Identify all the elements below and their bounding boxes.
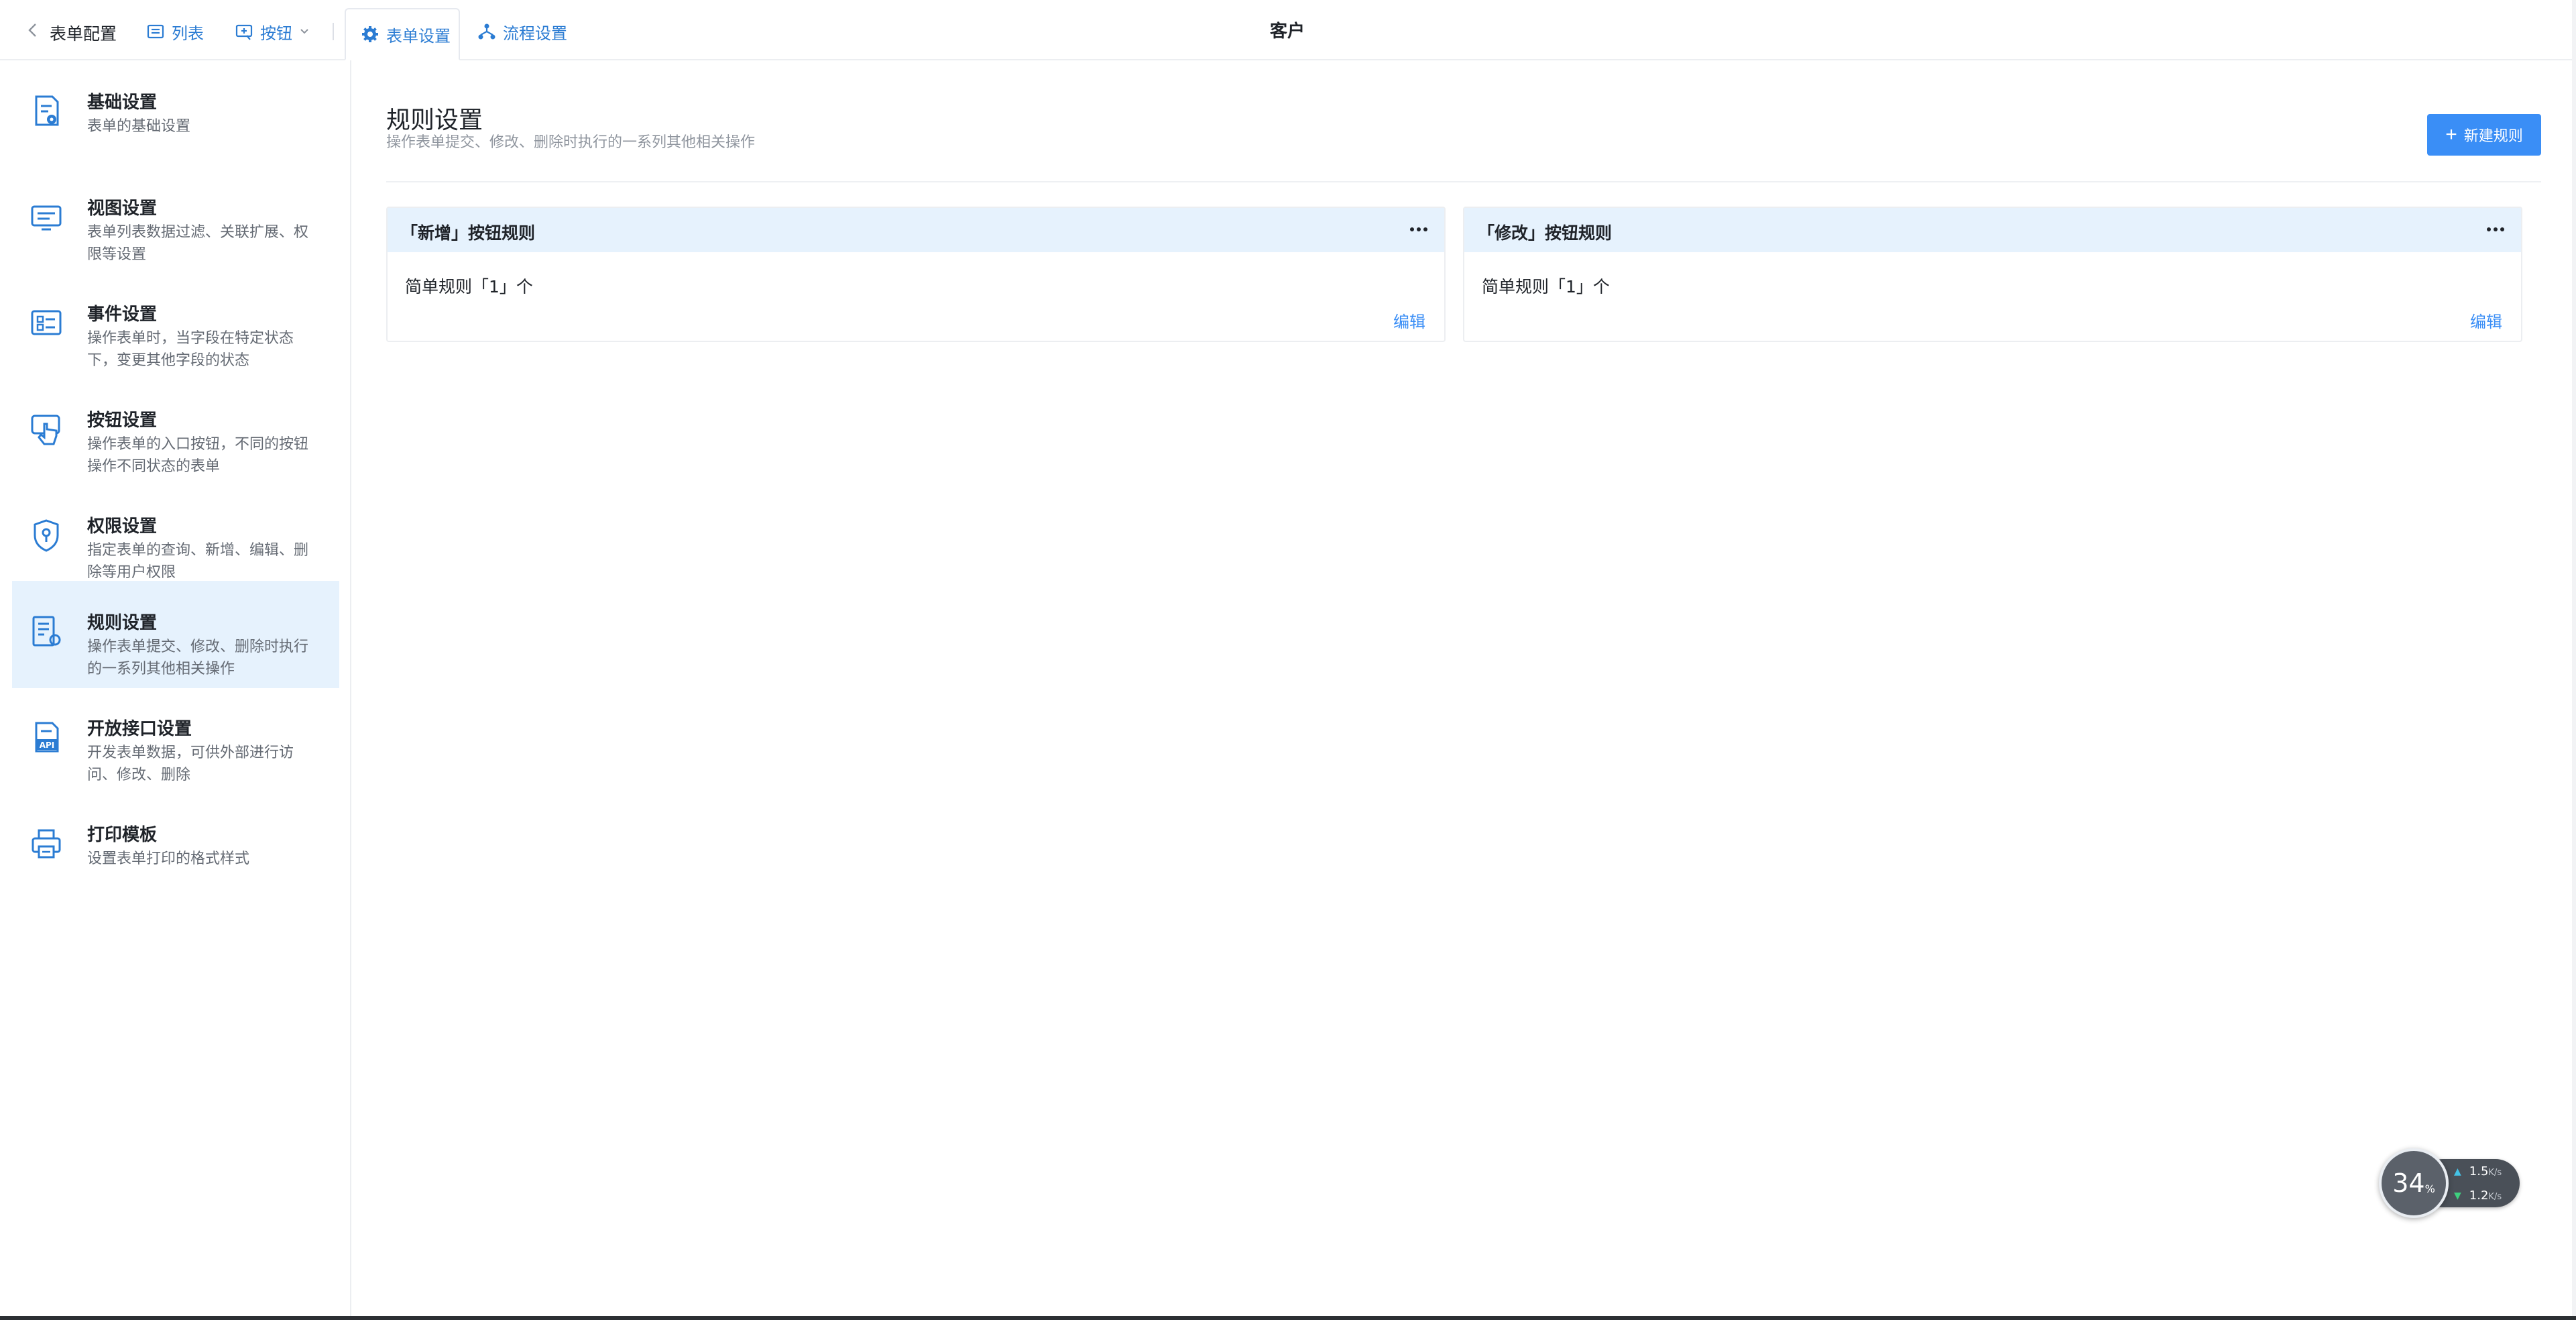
rule-card-title: 「修改」按钮规则 — [1478, 223, 1613, 243]
sidebar-item-rules[interactable]: 规则设置 操作表单提交、修改、删除时执行的一系列其他相关操作 — [12, 581, 339, 688]
sidebar-item-desc: 设置表单打印的格式样式 — [87, 850, 250, 867]
workflow-icon — [478, 23, 495, 40]
list-icon — [147, 24, 164, 39]
more-options-icon[interactable] — [1405, 216, 1432, 243]
shield-icon — [34, 519, 59, 552]
sidebar-item-desc: 操作表单的入口按钮，不同的按钮操作不同状态的表单 — [87, 436, 309, 475]
tab-list[interactable]: 列表 — [146, 16, 204, 47]
download-speed: ▼ 1.2K/s — [2454, 1189, 2502, 1203]
button-icon — [235, 24, 253, 40]
sidebar-item-title: 打印模板 — [87, 825, 158, 845]
tab-button-label: 按钮 — [260, 23, 292, 43]
section-subtitle: 操作表单提交、修改、删除时执行的一系列其他相关操作 — [386, 134, 756, 151]
tab-form-settings[interactable]: 表单设置 — [345, 8, 460, 60]
taskbar-edge — [0, 1316, 2576, 1320]
rule-count-text: 简单规则「1」个 — [405, 277, 533, 296]
app-title: 表单配置 — [50, 24, 117, 44]
touch-button-icon — [31, 415, 60, 445]
tab-flow-settings-label: 流程设置 — [503, 23, 567, 43]
gear-icon — [362, 26, 378, 42]
rule-count-text: 简单规则「1」个 — [1482, 277, 1610, 296]
download-speed-value: 1.2 — [2469, 1189, 2489, 1203]
sidebar-item-permission[interactable]: 权限设置 指定表单的查询、新增、编辑、删除等用户权限 — [12, 484, 339, 592]
tab-button[interactable]: 按钮 — [235, 16, 310, 47]
sidebar-item-event[interactable]: 事件设置 操作表单时，当字段在特定状态下，变更其他字段的状态 — [12, 272, 339, 380]
form-settings-icon — [35, 95, 59, 126]
upload-speed: ▲ 1.5K/s — [2454, 1164, 2502, 1178]
sidebar-item-basic[interactable]: 基础设置 表单的基础设置 — [12, 60, 339, 168]
rule-card-title: 「新增」按钮规则 — [401, 223, 536, 243]
settings-sidebar: 基础设置 表单的基础设置 视图设置 表单列表数据过滤、关联扩展、权限等设置 事件… — [0, 60, 351, 1320]
sidebar-item-title: 开放接口设置 — [87, 719, 192, 739]
sidebar-item-desc: 操作表单时，当字段在特定状态下，变更其他字段的状态 — [87, 330, 294, 369]
sidebar-item-button[interactable]: 按钮设置 操作表单的入口按钮，不同的按钮操作不同状态的表单 — [12, 378, 339, 486]
tab-form-settings-label: 表单设置 — [386, 26, 451, 46]
api-icon: API — [35, 722, 59, 753]
sidebar-item-desc: 表单列表数据过滤、关联扩展、权限等设置 — [87, 224, 309, 263]
usage-percent-unit: % — [2424, 1182, 2435, 1195]
section-divider — [386, 181, 2541, 182]
arrow-up-icon: ▲ — [2454, 1166, 2461, 1177]
main-content: 规则设置 操作表单提交、修改、删除时执行的一系列其他相关操作 + 新建规则 「新… — [353, 60, 2576, 1320]
usage-percent-value: 34 — [2392, 1168, 2425, 1198]
chevron-left-icon[interactable] — [23, 20, 43, 40]
sidebar-item-desc: 指定表单的查询、新增、编辑、删除等用户权限 — [87, 542, 309, 581]
network-monitor-widget[interactable]: 34% ▲ 1.5K/s ▼ 1.2K/s — [2379, 1148, 2521, 1218]
tab-flow-settings[interactable]: 流程设置 — [477, 16, 567, 47]
printer-icon — [32, 829, 61, 859]
arrow-down-icon: ▼ — [2454, 1190, 2461, 1201]
more-options-icon[interactable] — [2482, 216, 2509, 243]
usage-percent: 34% — [2379, 1148, 2449, 1218]
sidebar-item-title: 基础设置 — [87, 93, 158, 113]
window-edge — [2572, 0, 2576, 1320]
page-title-center: 客户 — [1269, 21, 1305, 42]
sidebar-item-title: 规则设置 — [87, 613, 158, 633]
speed-unit: K/s — [2488, 1168, 2502, 1178]
upload-speed-value: 1.5 — [2469, 1164, 2489, 1178]
edit-rule-link[interactable]: 编辑 — [2470, 309, 2502, 332]
svg-text:API: API — [40, 740, 55, 750]
new-rule-label: 新建规则 — [2463, 127, 2523, 144]
top-bar: 表单配置 列表 按钮 表单设置 流程设置 客户 — [0, 0, 2576, 60]
tab-list-label: 列表 — [172, 23, 204, 43]
edit-rule-link[interactable]: 编辑 — [1393, 309, 1425, 332]
monitor-icon — [31, 205, 62, 231]
sidebar-item-title: 按钮设置 — [87, 410, 158, 431]
sidebar-item-desc: 开发表单数据，可供外部进行访问、修改、删除 — [87, 745, 294, 783]
chevron-down-icon — [300, 29, 308, 34]
sidebar-item-title: 权限设置 — [87, 516, 158, 537]
rule-card-add: 「新增」按钮规则 简单规则「1」个 编辑 — [386, 207, 1446, 342]
sidebar-item-desc: 表单的基础设置 — [87, 118, 191, 135]
rule-card-header — [1464, 208, 2521, 252]
sidebar-item-title: 视图设置 — [87, 199, 158, 219]
sidebar-item-print[interactable]: 打印模板 设置表单打印的格式样式 — [12, 793, 339, 900]
rules-icon — [32, 616, 61, 647]
rule-card-edit: 「修改」按钮规则 简单规则「1」个 编辑 — [1463, 207, 2522, 342]
rule-card-header — [388, 208, 1444, 252]
speed-unit: K/s — [2488, 1192, 2502, 1202]
tab-separator — [333, 23, 334, 40]
sidebar-item-title: 事件设置 — [87, 305, 158, 325]
plus-icon: + — [2445, 123, 2457, 146]
sidebar-item-desc: 操作表单提交、修改、删除时执行的一系列其他相关操作 — [87, 639, 309, 677]
new-rule-button[interactable]: + 新建规则 — [2427, 114, 2541, 156]
sidebar-item-view[interactable]: 视图设置 表单列表数据过滤、关联扩展、权限等设置 — [12, 166, 339, 274]
event-icon — [31, 310, 62, 335]
sidebar-item-open-api[interactable]: API 开放接口设置 开发表单数据，可供外部进行访问、修改、删除 — [12, 687, 339, 794]
